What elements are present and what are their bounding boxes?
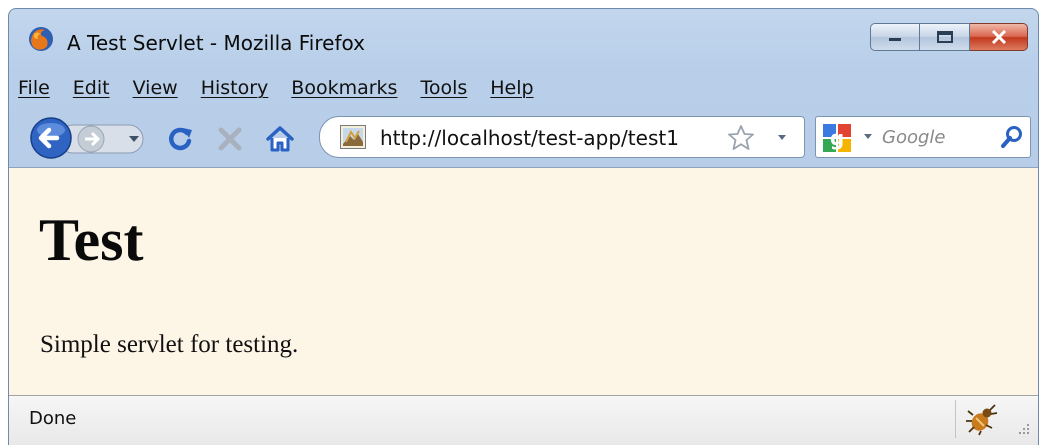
- home-icon[interactable]: [265, 124, 295, 154]
- page-favicon-icon: [340, 125, 366, 149]
- status-bar: Done: [9, 395, 1038, 445]
- menu-tools[interactable]: Tools: [419, 75, 468, 101]
- minimize-icon: [889, 38, 901, 41]
- search-input[interactable]: [882, 123, 994, 151]
- chevron-down-icon[interactable]: [862, 129, 874, 143]
- browser-window: A Test Servlet - Mozilla Firefox File Ed…: [8, 8, 1039, 445]
- menu-help[interactable]: Help: [489, 75, 534, 101]
- back-forward-buttons[interactable]: [29, 116, 153, 160]
- status-divider: [955, 400, 956, 438]
- close-icon: [991, 30, 1006, 44]
- maximize-button[interactable]: [920, 23, 970, 51]
- resize-grip-icon[interactable]: [1017, 422, 1031, 436]
- firefox-logo-icon: [29, 27, 53, 51]
- stop-icon[interactable]: [215, 124, 245, 154]
- back-arrow-icon[interactable]: [30, 117, 72, 159]
- google-icon[interactable]: g: [822, 123, 852, 153]
- menu-file[interactable]: File: [17, 75, 51, 101]
- menu-bookmarks[interactable]: Bookmarks: [290, 75, 398, 101]
- menu-history[interactable]: History: [200, 75, 270, 101]
- firebug-icon[interactable]: [964, 402, 1000, 436]
- window-controls: [870, 23, 1028, 51]
- svg-text:g: g: [830, 126, 844, 150]
- url-text[interactable]: http://localhost/test-app/test1: [380, 126, 679, 150]
- search-bar[interactable]: g: [815, 116, 1031, 158]
- star-icon[interactable]: [726, 123, 756, 153]
- magnifier-icon[interactable]: [1000, 125, 1024, 149]
- close-button[interactable]: [970, 23, 1028, 51]
- minimize-button[interactable]: [870, 23, 920, 51]
- forward-arrow-icon[interactable]: [77, 125, 105, 153]
- page-paragraph: Simple servlet for testing.: [40, 331, 299, 358]
- chevron-down-icon[interactable]: [772, 125, 792, 149]
- window-title: A Test Servlet - Mozilla Firefox: [67, 31, 365, 55]
- page-content: Test Simple servlet for testing.: [9, 167, 1038, 395]
- menu-edit[interactable]: Edit: [72, 75, 111, 101]
- menu-bar: File Edit View History Bookmarks Tools H…: [17, 73, 556, 103]
- navigation-toolbar: http://localhost/test-app/test1 g: [9, 108, 1038, 166]
- reload-icon[interactable]: [165, 124, 195, 154]
- address-bar[interactable]: http://localhost/test-app/test1: [319, 116, 805, 158]
- title-bar[interactable]: A Test Servlet - Mozilla Firefox: [9, 9, 1038, 67]
- status-text: Done: [29, 408, 77, 429]
- page-heading: Test: [39, 207, 144, 273]
- maximize-icon: [936, 31, 953, 43]
- menu-view[interactable]: View: [132, 75, 179, 101]
